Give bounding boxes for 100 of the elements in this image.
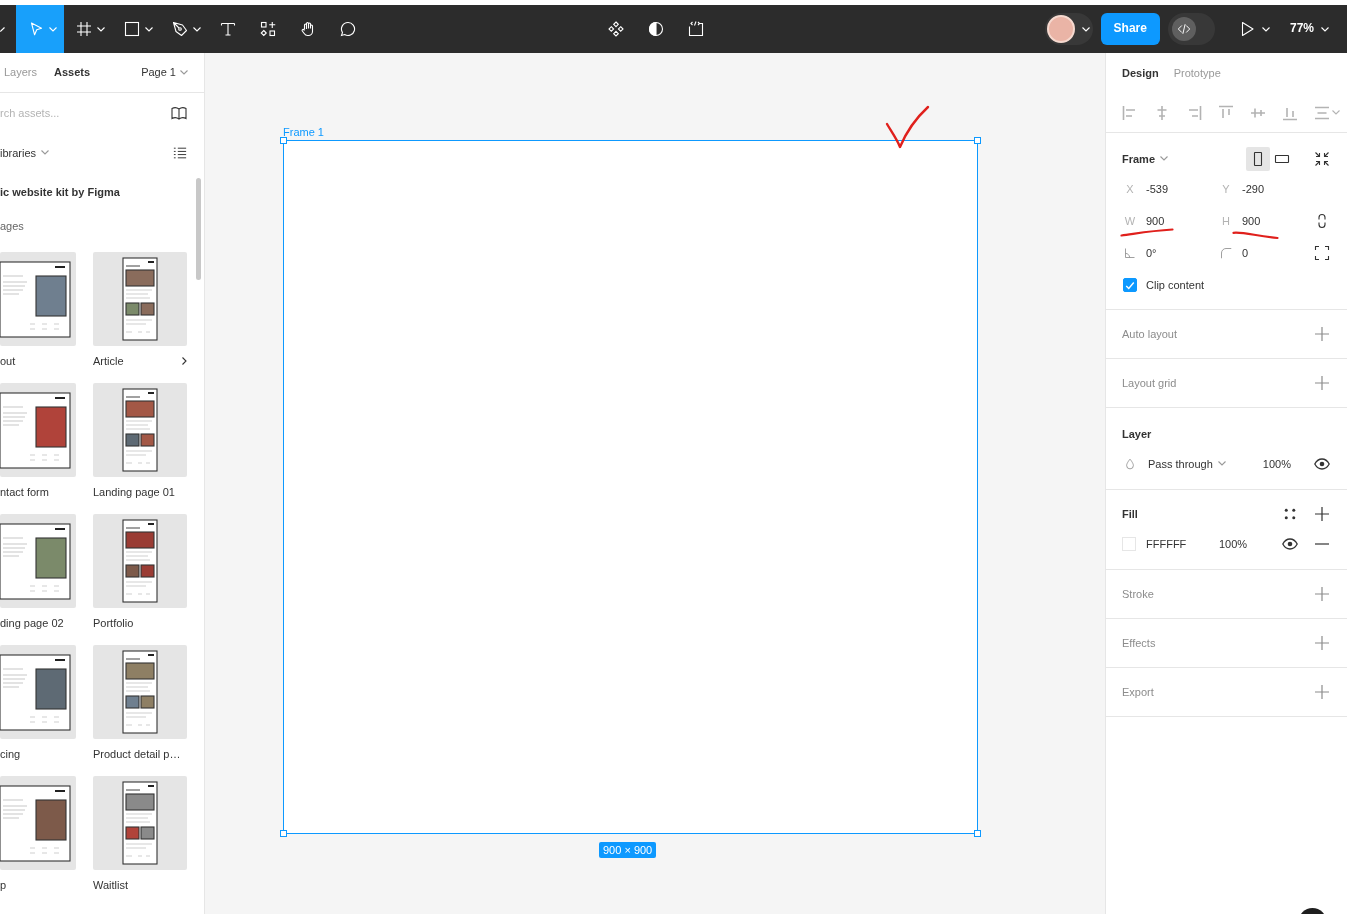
underline-annotation [1120,228,1174,237]
checkmark-annotation [885,105,930,149]
asset-thumbnail[interactable] [93,645,187,739]
four-diamonds-icon [607,21,624,37]
field-label: Y [1221,181,1231,197]
chevron-down-icon [41,150,50,156]
asset-thumbnail[interactable] [0,383,76,477]
section-title: Fill [1122,506,1138,522]
scrollbar[interactable] [196,178,201,280]
avatar-menu-button[interactable] [1044,13,1093,45]
library-title: ic website kit by Figma [0,184,121,200]
portrait-toggle[interactable] [1246,147,1270,171]
asset-thumbnail[interactable] [0,645,76,739]
resize-handle[interactable] [280,137,287,144]
eye-icon[interactable] [1314,456,1330,472]
panel-tab[interactable]: Design [1122,65,1159,81]
asset-name: ntact form [0,484,49,500]
square-icon [123,21,140,37]
resize-handle[interactable] [974,137,981,144]
dev-mode-toggle[interactable] [1167,13,1215,45]
chevron-down-icon [1217,461,1226,467]
hash-icon [75,21,92,37]
asset-name: ding page 02 [0,615,64,631]
blend-mode-dropdown[interactable]: Pass through [1148,456,1226,472]
section-title: Stroke [1122,586,1154,602]
opacity-value[interactable]: 100% [1262,456,1291,472]
page-dropdown[interactable]: Page 1 [141,65,188,80]
help-button[interactable] [1301,908,1324,914]
asset-name: cing [0,746,21,762]
asset-thumbnail[interactable] [93,514,187,608]
angle-icon [1124,247,1136,259]
code-frame-icon [687,21,704,37]
opacity-value[interactable]: 100% [1219,536,1248,552]
pen-nib-icon [171,21,188,37]
checkbox[interactable] [1123,278,1137,292]
number-field[interactable]: 900 [1146,213,1210,229]
panel-tab[interactable]: Assets [54,65,91,80]
drop-icon [1124,458,1136,470]
color-swatch[interactable] [1122,537,1136,551]
asset-name: Article [93,353,124,369]
number-field[interactable]: 0 [1242,245,1306,261]
chevron-down-icon [1261,26,1270,32]
size-badge: 900 × 900 [599,842,657,858]
corner-radius-icon [1220,247,1232,259]
number-field[interactable]: -539 [1146,181,1210,197]
checkmark-icon [1125,280,1135,290]
asset-name: Waitlist [93,877,129,893]
corners-icon[interactable] [1314,245,1330,261]
search-field[interactable]: rch assets... [0,105,150,121]
asset-thumbnail[interactable] [0,252,76,346]
chevron-down-icon [1081,26,1090,32]
chevron-down-icon[interactable] [0,26,5,32]
chevron-down-icon [1321,26,1329,32]
section-title: Layout grid [1122,375,1177,391]
field-label: X [1125,181,1135,197]
half-circle-icon [647,21,664,37]
asset-thumbnail[interactable] [0,514,76,608]
underline-annotation [1232,231,1279,240]
number-field[interactable]: 900 [1242,213,1306,229]
asset-thumbnail[interactable] [0,776,76,870]
asset-name: Portfolio [93,615,134,631]
text-icon [220,21,236,37]
chevron-down-icon [1160,156,1169,162]
speech-bubble-icon [340,21,356,37]
libraries-dropdown[interactable]: ibraries [0,145,50,161]
list-icon[interactable] [173,146,187,160]
zoom-button[interactable]: 77% [1283,13,1335,45]
asset-name: Landing page 01 [93,484,175,500]
frame-type-dropdown[interactable]: Frame [1122,151,1169,167]
chevron-down-icon [180,70,188,75]
resize-handle[interactable] [280,830,287,837]
plus-icon[interactable] [1314,506,1330,522]
asset-name: p [0,877,7,893]
eye-icon[interactable] [1282,536,1298,552]
shapes-icon [260,21,276,37]
resize-to-fit-icon[interactable] [1314,151,1330,167]
asset-name: out [0,353,16,369]
section-title: Auto layout [1122,326,1178,342]
resize-handle[interactable] [974,830,981,837]
book-icon[interactable] [171,105,187,121]
asset-thumbnail[interactable] [93,776,187,870]
field-label: W [1123,213,1137,229]
hex-value[interactable]: FFFFFF [1146,536,1219,552]
number-field[interactable]: 0° [1146,245,1210,261]
section-title: Layer [1122,426,1152,442]
asset-name: Product detail p… [93,746,181,762]
group-title: ages [0,218,25,234]
field-label: H [1221,213,1231,229]
code-icon [1176,22,1191,36]
avatar [1046,15,1075,43]
hand-icon [300,21,316,37]
section-title: Export [1122,684,1154,700]
chevron-down-icon [1332,110,1340,115]
four-dots-icon[interactable] [1284,508,1296,520]
chevron-right-icon[interactable] [182,357,187,365]
checkbox-label: Clip content [1146,277,1205,293]
section-title: Effects [1122,635,1156,651]
asset-thumbnail[interactable] [93,252,187,346]
asset-thumbnail[interactable] [93,383,187,477]
number-field[interactable]: -290 [1242,181,1306,197]
